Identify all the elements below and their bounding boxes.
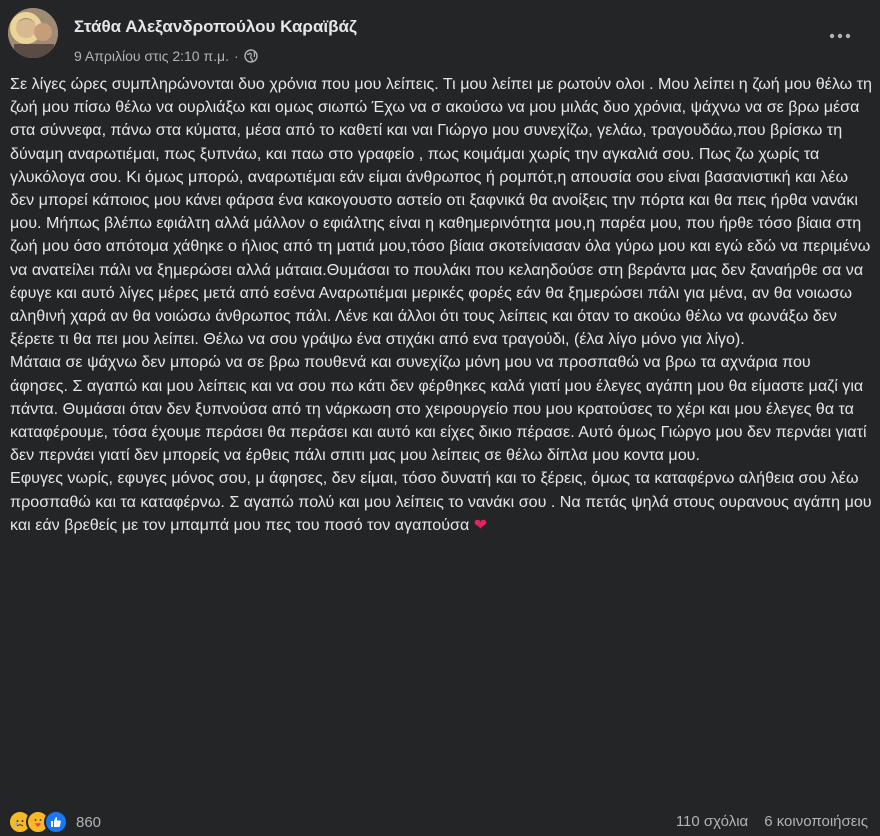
more-icon[interactable] [824,24,856,48]
author-name[interactable]: Στάθα Αλεξανδροπούλου Καραϊβάζ [74,17,357,37]
meta-separator: · [233,48,239,64]
post-footer: 860 110 σχόλια 6 κοινοποιήσεις [0,810,880,836]
post-paragraph: Μάταια σε ψάχνω δεν μπορώ να σε βρω πουθ… [10,353,867,465]
globe-icon[interactable] [243,49,258,63]
post-meta: 9 Απριλίου στις 2:10 π.μ. · [74,48,258,64]
post-paragraph: Σε λίγες ώρες συμπληρώνονται δυο χρόνια … [10,75,872,349]
post-stats: 110 σχόλια 6 κοινοποιήσεις [676,813,868,830]
heart-emoji-icon: ❤ [473,515,488,534]
post-timestamp[interactable]: 9 Απριλίου στις 2:10 π.μ. [74,48,229,64]
post-body: Σε λίγες ώρες συμπληρώνονται δυο χρόνια … [10,73,872,537]
post-paragraph-last: Εφυγες νωρίς, εφυγες μόνος σου, μ άφησες… [10,467,872,537]
reactions-summary[interactable]: 860 [8,810,101,834]
like-reaction-icon [44,810,68,834]
reaction-count: 860 [76,813,102,831]
comments-count[interactable]: 110 σχόλια [676,813,748,830]
author-avatar[interactable] [8,8,58,58]
post-paragraph-text: Εφυγες νωρίς, εφυγες μόνος σου, μ άφησες… [10,469,872,534]
facebook-post: Στάθα Αλεξανδροπούλου Καραϊβάζ 9 Απριλίο… [0,0,880,836]
shares-count[interactable]: 6 κοινοποιήσεις [764,813,868,830]
post-header: Στάθα Αλεξανδροπούλου Καραϊβάζ 9 Απριλίο… [8,8,872,68]
